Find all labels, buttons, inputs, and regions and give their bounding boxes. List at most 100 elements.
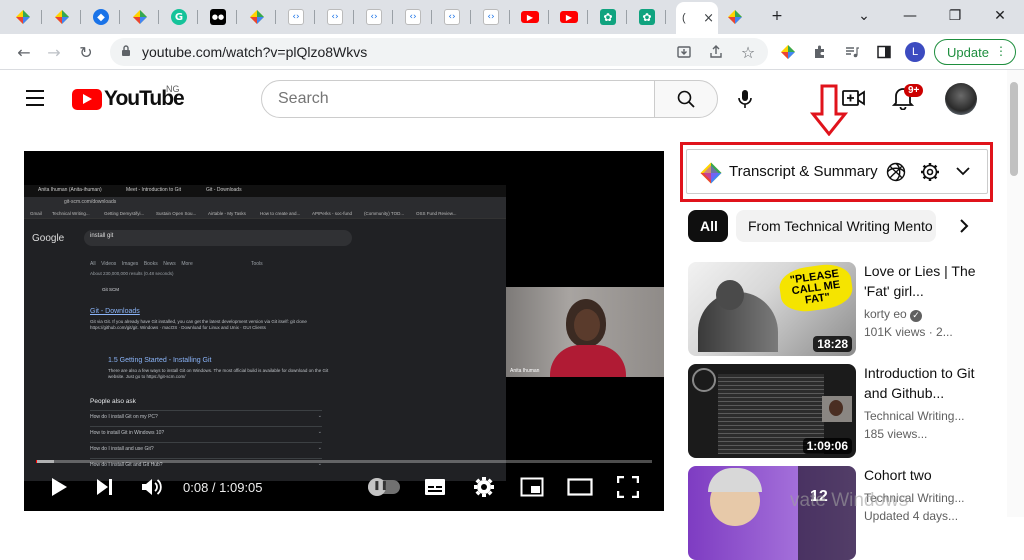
chip-technical-writing[interactable]: From Technical Writing Mento [736, 210, 936, 242]
browser-tab[interactable]: G [160, 4, 198, 30]
inner-bookmark: (Community) TOD... [364, 211, 405, 216]
close-window-button[interactable]: ✕ [980, 4, 1020, 28]
blue-diamond-icon: ◆ [93, 9, 109, 25]
profile-avatar[interactable]: L [905, 42, 925, 62]
inner-address-bar: git-scm.com/downloads [24, 197, 506, 209]
search-input[interactable]: Search [261, 80, 655, 118]
subtitles-button[interactable] [422, 475, 448, 499]
time-display: 0:08 / 1:09:05 [183, 480, 263, 495]
hamburger-menu-icon[interactable] [26, 90, 46, 106]
inner-search-query: install git [90, 233, 114, 239]
code-icon: ‹› [327, 9, 343, 25]
inner-question: How do I install Git on my PC? ⌄ [90, 410, 322, 424]
chip-next-chevron-icon[interactable] [954, 216, 974, 241]
tab-diamond-ext[interactable] [716, 4, 754, 30]
autoplay-toggle[interactable]: ❚❚ [368, 478, 400, 496]
browser-tab[interactable]: ◆ [82, 4, 120, 30]
buffer-bar [36, 460, 55, 463]
playlist-thumbnail[interactable]: 12 [688, 466, 856, 560]
active-tab-title: ( [682, 12, 686, 24]
browser-tab[interactable]: ✿ [628, 4, 666, 30]
video-title[interactable]: Love or Lies | The 'Fat' girl... [864, 261, 976, 301]
maximize-button[interactable]: ❐ [935, 4, 975, 28]
code-icon: ‹› [483, 9, 499, 25]
youtube-play-icon [72, 88, 102, 110]
browser-tab[interactable]: ✿ [589, 4, 627, 30]
back-button[interactable]: ← [12, 40, 36, 64]
inner-search-box: install git [84, 230, 352, 246]
install-app-icon[interactable] [672, 40, 696, 64]
settings-button[interactable] [471, 475, 497, 499]
video-player[interactable]: Anita Ihuman (Anita-ihuman) Meet - Intro… [24, 151, 664, 511]
account-avatar[interactable] [945, 83, 977, 115]
browser-tab[interactable]: ▶ [511, 4, 549, 30]
inner-bookmark: OSS Fund Review... [416, 211, 457, 216]
browser-tab[interactable] [238, 4, 276, 30]
inner-url-text: git-scm.com/downloads [64, 199, 117, 205]
next-button[interactable] [92, 475, 118, 499]
medium-icon: ●● [210, 9, 226, 25]
notification-badge: 9+ [904, 84, 924, 97]
browser-tab[interactable]: ‹› [277, 4, 315, 30]
youtube-icon: ▶ [560, 11, 578, 23]
miniplayer-button[interactable] [518, 475, 546, 499]
browser-tab[interactable]: ‹› [394, 4, 432, 30]
video-thumbnail[interactable]: "PLEASE CALL ME FAT" 18:28 [688, 262, 856, 356]
browser-tab[interactable]: ‹› [433, 4, 471, 30]
gear-icon [474, 477, 494, 497]
tab-search-button[interactable]: ⌄ [844, 4, 884, 28]
scrollbar-thumb[interactable] [1010, 82, 1018, 176]
browser-tab[interactable]: ‹› [355, 4, 393, 30]
inner-results-count: About 230,000,000 results (0.48 seconds) [90, 271, 174, 276]
chatgpt-icon[interactable] [885, 161, 907, 188]
video-title[interactable]: Cohort two [864, 465, 976, 485]
media-control-icon[interactable] [840, 40, 864, 64]
video-title[interactable]: Introduction to Git and Github... [864, 363, 976, 403]
play-button[interactable] [46, 475, 72, 499]
video-channel[interactable]: Technical Writing... [864, 407, 976, 425]
browser-tab[interactable] [4, 4, 42, 30]
address-bar[interactable]: youtube.com/watch?v=plQlzo8Wkvs [110, 38, 768, 66]
video-channel[interactable]: korty eo ✓ [864, 305, 976, 323]
close-tab-icon[interactable]: × [703, 11, 714, 26]
new-tab-button[interactable]: + [757, 4, 797, 28]
browser-tab[interactable] [43, 4, 81, 30]
forward-button[interactable]: → [42, 40, 66, 64]
browser-toolbar: ← → ↻ youtube.com/watch?v=plQlzo8Wkvs ☆ … [0, 34, 1024, 70]
browser-tab-strip: ◆ G ●● ‹› ‹› ‹› ‹› ‹› ‹› ▶ ▶ ✿ ✿ ( × + ⌄ — ❐ ✕ [0, 0, 1024, 34]
gear-icon[interactable] [919, 161, 941, 188]
browser-tab[interactable] [121, 4, 159, 30]
browser-tab[interactable]: ●● [199, 4, 237, 30]
minimize-button[interactable]: — [890, 4, 930, 28]
mute-button[interactable] [138, 475, 166, 499]
browser-tab[interactable]: ▶ [550, 4, 588, 30]
inner-bookmark: APIPerks - soc-fund [312, 211, 353, 216]
search-placeholder: Search [278, 90, 329, 107]
share-icon[interactable] [704, 40, 728, 64]
fullscreen-button[interactable] [614, 475, 642, 499]
active-tab[interactable]: ( × [676, 2, 718, 34]
side-panel-icon[interactable] [872, 40, 896, 64]
update-button[interactable]: Update ⋮ [934, 39, 1016, 65]
restore-icon: ❐ [948, 8, 962, 24]
browser-tab[interactable]: ‹› [472, 4, 510, 30]
diamond-extension-icon[interactable] [776, 40, 800, 64]
bookmark-star-icon[interactable]: ☆ [736, 40, 760, 64]
search-button[interactable] [654, 80, 718, 118]
theater-mode-button[interactable] [566, 475, 594, 499]
chip-all[interactable]: All [688, 210, 728, 242]
webcam-name: Anita Ihuman [510, 368, 540, 374]
inner-tab-bar: Anita Ihuman (Anita-ihuman) Meet - Intro… [24, 185, 506, 197]
extensions-puzzle-icon[interactable] [808, 40, 832, 64]
code-icon: ‹› [366, 9, 382, 25]
video-thumbnail[interactable]: 1:09:06 [688, 364, 856, 458]
voice-search-button[interactable] [730, 84, 760, 114]
youtube-icon: ▶ [521, 11, 539, 23]
diamond-ext-icon [15, 9, 31, 25]
reload-button[interactable]: ↻ [74, 40, 98, 64]
browser-tab[interactable]: ‹› [316, 4, 354, 30]
inner-bookmark: Sustain Open Sou... [156, 211, 197, 216]
video-duration: 1:09:06 [802, 438, 852, 454]
chevron-down-icon[interactable] [955, 163, 971, 184]
progress-bar[interactable] [36, 460, 652, 463]
